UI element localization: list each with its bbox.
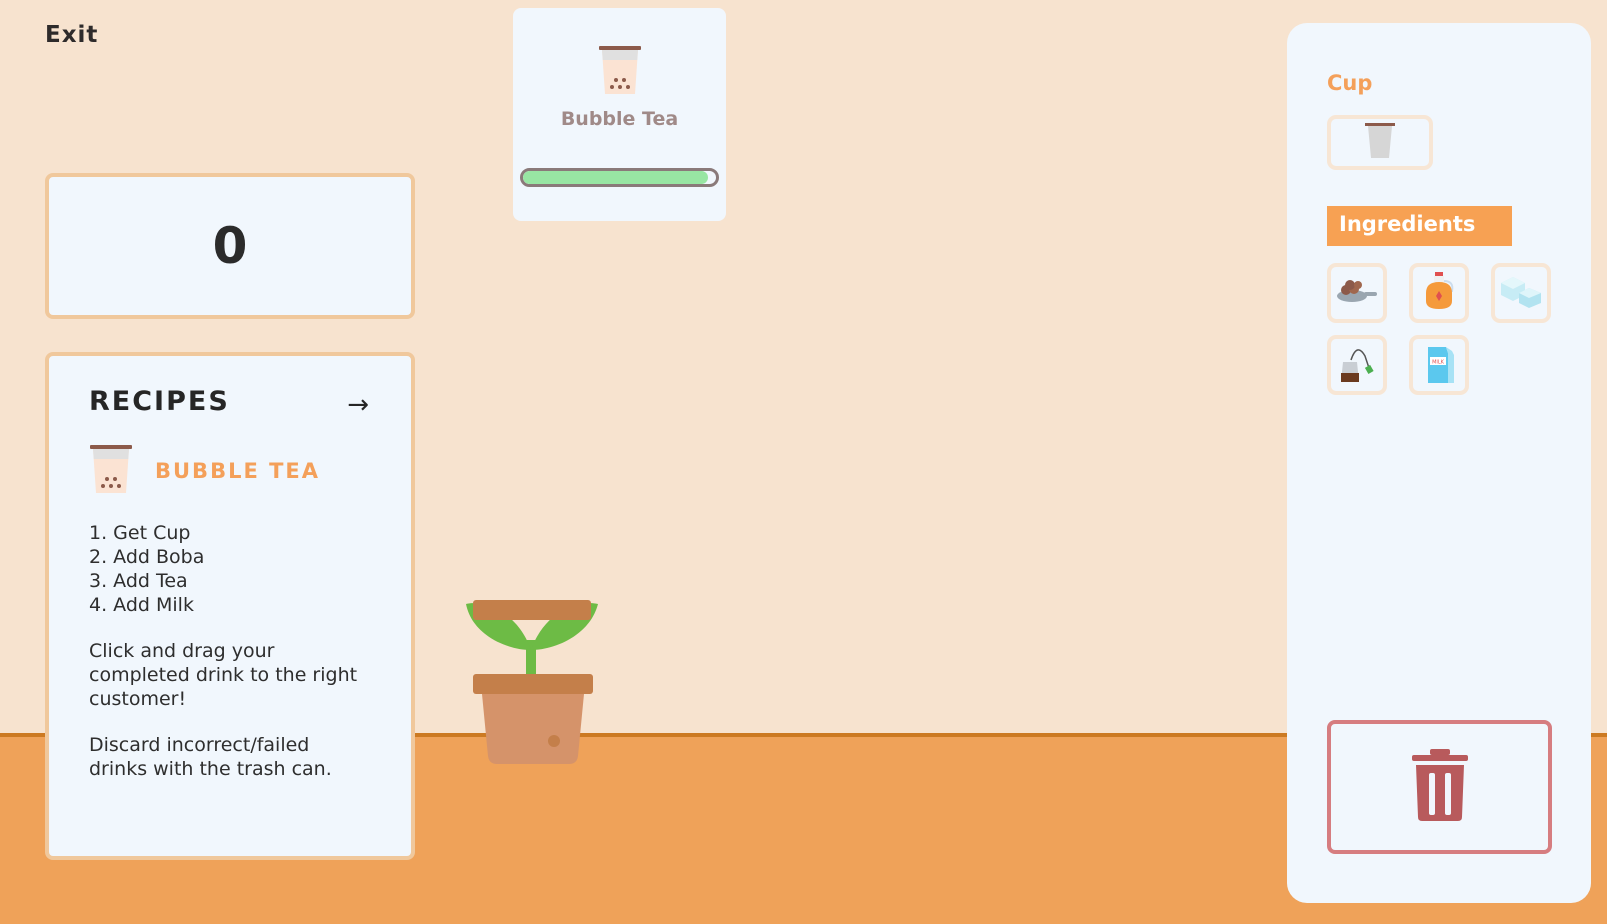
cup-title: Cup [1327,71,1373,95]
recipe-header: BUBBLE TEA [89,443,371,499]
cup-slot[interactable] [1327,115,1433,170]
tea-bag-icon [1337,342,1377,388]
ingredient-syrup[interactable] [1409,263,1469,323]
instruction-discard: Discard incorrect/failed drinks with the… [89,734,332,780]
arrow-right-icon[interactable]: → [347,390,369,420]
ingredient-ice[interactable] [1491,263,1551,323]
bubble-tea-icon [89,443,133,499]
trash-can-icon [1410,747,1470,827]
empty-cup-icon [1364,122,1396,164]
potted-plant [462,600,602,774]
bubble-tea-icon [513,44,726,100]
milk-carton-icon: MILK [1422,341,1456,389]
ingredients-title: Ingredients [1327,206,1512,246]
ice-cubes-icon [1499,273,1543,313]
boba-pan-icon [1336,276,1378,310]
recipes-card: RECIPES → BUBBLE TEA 1. Get Cup 2. Add B… [45,352,415,860]
ingredient-milk[interactable]: MILK [1409,335,1469,395]
recipes-title: RECIPES [89,386,230,417]
svg-text:MILK: MILK [1432,360,1445,366]
recipe-step: 4. Add Milk [89,594,194,616]
instruction-drag: Click and drag your completed drink to t… [89,640,358,710]
order-timer-bar [520,168,719,187]
order-drink-name: Bubble Tea [560,108,679,130]
recipe-step: 1. Get Cup [89,522,191,544]
recipe-step: 3. Add Tea [89,570,188,592]
ingredient-tea[interactable] [1327,335,1387,395]
recipe-steps: 1. Get Cup 2. Add Boba 3. Add Tea 4. Add… [89,521,371,617]
ingredient-panel: Cup Ingredients MILK [1287,23,1591,903]
recipe-name: BUBBLE TEA [155,459,321,483]
syrup-bottle-icon [1422,271,1456,315]
ingredient-boba[interactable] [1327,263,1387,323]
customer-order[interactable]: Bubble Tea [513,8,726,221]
trash-can-button[interactable] [1327,720,1552,854]
order-timer-fill [523,171,709,184]
exit-button[interactable]: Exit [45,22,98,48]
score-value: 0 [212,217,248,275]
recipe-step: 2. Add Boba [89,546,205,568]
score-box: 0 [45,173,415,319]
